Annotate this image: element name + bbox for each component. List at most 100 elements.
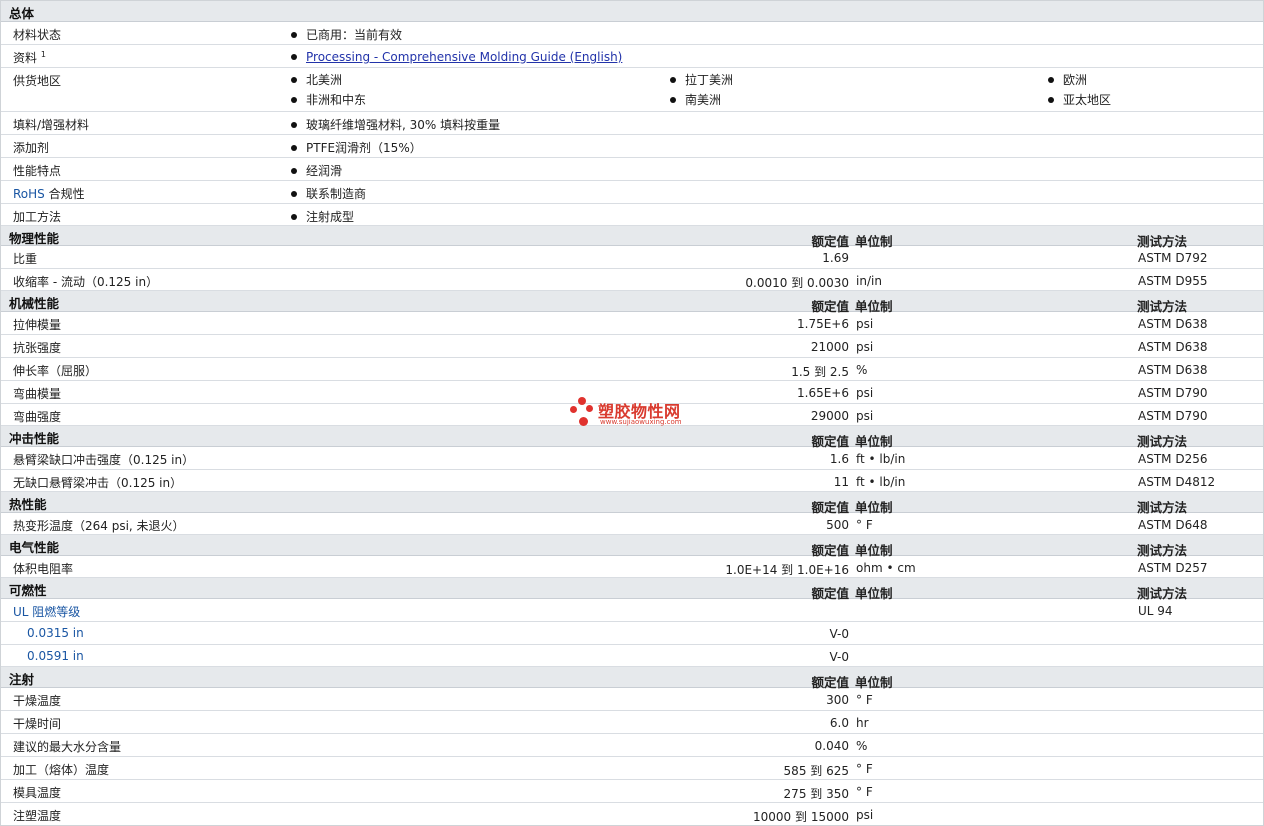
row-value: 1.65E+6 bbox=[797, 386, 849, 400]
table-row: UL 阻燃等级 UL 94 bbox=[1, 599, 1263, 622]
table-row: 伸长率（屈服） 1.5 到 2.5 % ASTM D638 bbox=[1, 358, 1263, 381]
row-value: V-0 bbox=[829, 627, 849, 641]
table-row: 加工（熔体）温度 585 到 625 ° F bbox=[1, 757, 1263, 780]
row-documents: 资料 1 Processing - Comprehensive Molding … bbox=[1, 45, 1263, 68]
section-electrical: 电气性能 额定值 单位制 测试方法 bbox=[1, 535, 1263, 558]
table-row: 收缩率 - 流动（0.125 in） 0.0010 到 0.0030 in/in… bbox=[1, 269, 1263, 291]
table-row: 体积电阻率 1.0E+14 到 1.0E+16 ohm • cm ASTM D2… bbox=[1, 556, 1263, 578]
list-item: 玻璃纤维增强材料, 30% 填料按重量 bbox=[291, 116, 500, 133]
row-label: 抗张强度 bbox=[13, 341, 62, 355]
bullet-icon bbox=[291, 213, 297, 220]
row-test: ASTM D790 bbox=[1138, 409, 1208, 423]
bullet-icon bbox=[670, 96, 676, 103]
row-test: ASTM D256 bbox=[1138, 452, 1208, 466]
row-label: 性能特点 bbox=[13, 164, 62, 178]
table-row: 抗张强度 21000 psi ASTM D638 bbox=[1, 335, 1263, 358]
row-value: 275 到 350 bbox=[783, 787, 849, 801]
row-regions: 供货地区 北美洲 拉丁美洲 欧洲 非洲和中东 南美洲 亚太地区 bbox=[1, 68, 1263, 112]
section-mechanical: 机械性能 额定值 单位制 测试方法 bbox=[1, 291, 1263, 314]
section-physical: 物理性能 额定值 单位制 测试方法 bbox=[1, 226, 1263, 249]
row-unit: ohm • cm bbox=[856, 561, 916, 575]
table-row: 0.0315 in V-0 bbox=[1, 622, 1263, 645]
row-unit: psi bbox=[856, 386, 874, 400]
row-value: 0.040 bbox=[814, 739, 849, 753]
table-row: 模具温度 275 到 350 ° F bbox=[1, 780, 1263, 803]
row-label: 资料 1 bbox=[13, 50, 46, 65]
row-features: 性能特点 经润滑 bbox=[1, 158, 1263, 181]
list-item: 已商用：当前有效 bbox=[291, 26, 402, 43]
list-item: PTFE润滑剂（15%） bbox=[291, 139, 422, 156]
bullet-icon bbox=[670, 76, 676, 83]
section-injection: 注射 额定值 单位制 bbox=[1, 667, 1263, 690]
row-value: 10000 到 15000 bbox=[753, 810, 849, 824]
row-unit: % bbox=[856, 363, 868, 377]
row-label: 弯曲强度 bbox=[13, 410, 62, 424]
bullet-icon bbox=[291, 31, 297, 38]
row-value: V-0 bbox=[829, 650, 849, 664]
row-test: ASTM D955 bbox=[1138, 274, 1208, 288]
region-item: 南美洲 bbox=[670, 91, 721, 108]
row-label: 0.0591 in bbox=[27, 649, 84, 663]
row-filler: 填料/增强材料 玻璃纤维增强材料, 30% 填料按重量 bbox=[1, 112, 1263, 135]
row-label: 干燥时间 bbox=[13, 717, 62, 731]
row-label: 添加剂 bbox=[13, 141, 50, 155]
molding-guide-link[interactable]: Processing - Comprehensive Molding Guide… bbox=[306, 50, 622, 64]
row-test: ASTM D638 bbox=[1138, 317, 1208, 331]
row-label: 比重 bbox=[13, 252, 38, 266]
row-value: 6.0 bbox=[829, 716, 849, 730]
row-additive: 添加剂 PTFE润滑剂（15%） bbox=[1, 135, 1263, 158]
section-title: 物理性能 bbox=[9, 231, 60, 246]
section-title: 机械性能 bbox=[9, 296, 60, 311]
watermark-logo: 塑胶物性网 www.sujiaowuxing.com bbox=[570, 397, 700, 431]
region-item: 亚太地区 bbox=[1048, 91, 1111, 108]
row-label: 收缩率 - 流动（0.125 in） bbox=[13, 275, 159, 289]
row-rohs: RoHS 合规性 联系制造商 bbox=[1, 181, 1263, 204]
row-label: 注塑温度 bbox=[13, 809, 62, 823]
bullet-icon bbox=[291, 76, 297, 83]
section-flammability: 可燃性 额定值 单位制 测试方法 bbox=[1, 578, 1263, 601]
row-value: 1.5 到 2.5 bbox=[791, 365, 849, 379]
row-label: 拉伸模量 bbox=[13, 318, 62, 332]
row-unit: psi bbox=[856, 808, 874, 822]
row-unit: ° F bbox=[856, 762, 873, 776]
row-value: 500 bbox=[826, 518, 849, 532]
row-unit: ft • lb/in bbox=[856, 475, 906, 489]
table-row: 建议的最大水分含量 0.040 % bbox=[1, 734, 1263, 757]
bullet-icon bbox=[291, 190, 297, 197]
row-label: 模具温度 bbox=[13, 786, 62, 800]
section-title: 电气性能 bbox=[9, 540, 60, 555]
row-label: 建议的最大水分含量 bbox=[13, 740, 122, 754]
list-item: Processing - Comprehensive Molding Guide… bbox=[291, 50, 622, 64]
logo-dot-icon bbox=[579, 417, 588, 426]
row-test: ASTM D638 bbox=[1138, 363, 1208, 377]
row-value: 0.0010 到 0.0030 bbox=[745, 276, 849, 290]
section-thermal: 热性能 额定值 单位制 测试方法 bbox=[1, 492, 1263, 515]
table-row: 干燥温度 300 ° F bbox=[1, 688, 1263, 711]
table-row: 悬臂梁缺口冲击强度（0.125 in） 1.6 ft • lb/in ASTM … bbox=[1, 447, 1263, 470]
section-title: 注射 bbox=[9, 672, 35, 687]
row-label: 体积电阻率 bbox=[13, 562, 74, 576]
row-test: ASTM D4812 bbox=[1138, 475, 1216, 489]
logo-dot-icon bbox=[570, 406, 577, 413]
row-label: 无缺口悬臂梁冲击（0.125 in） bbox=[13, 476, 183, 490]
row-value: 585 到 625 bbox=[783, 764, 849, 778]
row-unit: psi bbox=[856, 409, 874, 423]
row-value: 300 bbox=[826, 693, 849, 707]
list-item: 联系制造商 bbox=[291, 185, 366, 202]
logo-dot-icon bbox=[578, 397, 586, 405]
datasheet: 总体 材料状态 已商用：当前有效 资料 1 Processing - Compr… bbox=[0, 0, 1264, 826]
list-item: 经润滑 bbox=[291, 162, 342, 179]
bullet-icon bbox=[291, 96, 297, 103]
table-row: 比重 1.69 ASTM D792 bbox=[1, 246, 1263, 269]
row-label: 伸长率（屈服） bbox=[13, 364, 98, 378]
row-process: 加工方法 注射成型 bbox=[1, 204, 1263, 226]
row-unit: in/in bbox=[856, 274, 882, 288]
region-item: 拉丁美洲 bbox=[670, 71, 733, 88]
row-label: 悬臂梁缺口冲击强度（0.125 in） bbox=[13, 453, 195, 467]
table-row: 注塑温度 10000 到 15000 psi bbox=[1, 803, 1263, 825]
bullet-icon bbox=[291, 121, 297, 128]
row-unit: ° F bbox=[856, 785, 873, 799]
row-value: 21000 bbox=[810, 340, 849, 354]
row-value: 1.69 bbox=[822, 251, 849, 265]
row-value: 11 bbox=[833, 475, 849, 489]
